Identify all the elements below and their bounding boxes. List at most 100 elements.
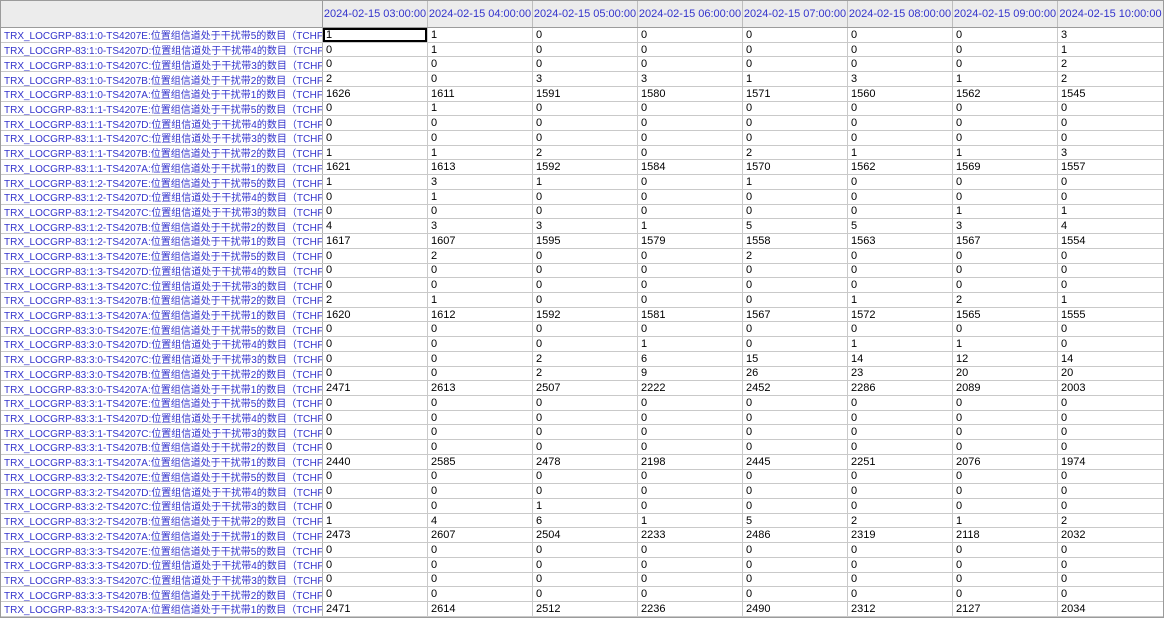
data-cell[interactable]: 0 bbox=[953, 131, 1058, 145]
data-cell[interactable]: 1 bbox=[1058, 293, 1163, 307]
data-cell[interactable]: 0 bbox=[323, 440, 428, 454]
data-cell[interactable]: 0 bbox=[953, 28, 1058, 42]
data-cell[interactable]: 0 bbox=[638, 587, 743, 602]
data-cell[interactable]: 0 bbox=[533, 469, 638, 484]
row-header-cell[interactable]: TRX_LOCGRP-83:1:2-TS4207D:位置组信道处于干扰带4的数目… bbox=[1, 189, 323, 204]
data-cell[interactable]: 0 bbox=[428, 410, 533, 425]
data-cell[interactable]: 0 bbox=[1058, 190, 1163, 204]
data-cell[interactable]: 1617 bbox=[323, 234, 428, 248]
data-cell[interactable]: 2512 bbox=[533, 602, 638, 616]
data-cell[interactable]: 0 bbox=[1058, 440, 1163, 454]
data-cell[interactable]: 0 bbox=[533, 189, 638, 204]
data-cell[interactable]: 0 bbox=[638, 263, 743, 278]
data-cell[interactable]: 2445 bbox=[743, 454, 848, 469]
data-cell[interactable]: 0 bbox=[848, 101, 953, 116]
data-cell[interactable]: 2118 bbox=[953, 528, 1058, 543]
data-cell[interactable]: 2 bbox=[533, 351, 638, 366]
column-header-0600[interactable]: 2024-02-15 06:00:00 bbox=[638, 1, 743, 27]
data-cell[interactable]: 0 bbox=[743, 263, 848, 278]
data-cell[interactable]: 2 bbox=[743, 248, 848, 263]
row-header-cell[interactable]: TRX_LOCGRP-83:3:2-TS4207A:位置组信道处于干扰带1的数目… bbox=[1, 528, 323, 543]
column-header-1000[interactable]: 2024-02-15 10:00:00 bbox=[1058, 1, 1163, 27]
row-header-cell[interactable]: TRX_LOCGRP-83:1:0-TS4207E:位置组信道处于干扰带5的数目… bbox=[1, 28, 323, 42]
data-cell[interactable]: 0 bbox=[1058, 499, 1163, 513]
data-cell[interactable]: 0 bbox=[953, 543, 1058, 557]
data-cell[interactable]: 0 bbox=[1058, 264, 1163, 278]
data-cell[interactable]: 3 bbox=[1058, 146, 1163, 160]
data-cell[interactable]: 1595 bbox=[533, 234, 638, 248]
data-cell[interactable]: 1 bbox=[323, 175, 428, 189]
row-header-cell[interactable]: TRX_LOCGRP-83:3:1-TS4207E:位置组信道处于干扰带5的数目… bbox=[1, 395, 323, 410]
data-cell[interactable]: 3 bbox=[533, 219, 638, 234]
data-cell[interactable]: 0 bbox=[638, 175, 743, 189]
data-cell[interactable]: 0 bbox=[953, 175, 1058, 189]
data-cell[interactable]: 0 bbox=[848, 469, 953, 484]
data-cell[interactable]: 0 bbox=[323, 484, 428, 498]
data-cell[interactable]: 1974 bbox=[1058, 455, 1163, 469]
data-cell[interactable]: 0 bbox=[638, 557, 743, 572]
data-cell[interactable]: 2236 bbox=[638, 602, 743, 616]
data-cell[interactable]: 2471 bbox=[323, 381, 428, 395]
data-cell[interactable]: 0 bbox=[953, 499, 1058, 513]
data-cell[interactable]: 5 bbox=[743, 513, 848, 528]
data-cell[interactable]: 0 bbox=[323, 57, 428, 72]
data-cell[interactable]: 0 bbox=[953, 116, 1058, 131]
data-cell[interactable]: 1 bbox=[428, 189, 533, 204]
data-cell[interactable]: 2089 bbox=[953, 381, 1058, 395]
data-cell[interactable]: 2032 bbox=[1058, 528, 1163, 542]
data-cell[interactable]: 1 bbox=[428, 145, 533, 160]
data-cell[interactable]: 0 bbox=[848, 28, 953, 42]
data-cell[interactable]: 2 bbox=[953, 292, 1058, 307]
data-cell[interactable]: 0 bbox=[743, 337, 848, 351]
data-cell[interactable]: 0 bbox=[323, 204, 428, 219]
data-cell[interactable]: 1 bbox=[428, 42, 533, 57]
column-header-0300[interactable]: 2024-02-15 03:00:00 bbox=[323, 1, 428, 27]
data-cell[interactable]: 0 bbox=[533, 101, 638, 116]
data-cell[interactable]: 0 bbox=[428, 57, 533, 72]
data-cell[interactable]: 2076 bbox=[953, 454, 1058, 469]
data-cell[interactable]: 0 bbox=[323, 587, 428, 602]
data-cell[interactable]: 0 bbox=[638, 499, 743, 513]
data-cell[interactable]: 0 bbox=[848, 189, 953, 204]
data-cell[interactable]: 1 bbox=[1058, 43, 1163, 57]
data-cell[interactable]: 1592 bbox=[533, 307, 638, 322]
data-cell[interactable]: 0 bbox=[638, 484, 743, 498]
data-cell[interactable]: 0 bbox=[533, 572, 638, 587]
data-cell[interactable]: 1613 bbox=[428, 160, 533, 175]
data-cell[interactable]: 0 bbox=[638, 28, 743, 42]
data-cell[interactable]: 2251 bbox=[848, 454, 953, 469]
data-cell[interactable]: 0 bbox=[428, 469, 533, 484]
data-cell[interactable]: 1 bbox=[953, 513, 1058, 528]
data-cell[interactable]: 1611 bbox=[428, 86, 533, 101]
data-cell[interactable]: 2607 bbox=[428, 528, 533, 543]
row-header-cell[interactable]: TRX_LOCGRP-83:3:0-TS4207B:位置组信道处于干扰带2的数目… bbox=[1, 366, 323, 381]
data-cell[interactable]: 1 bbox=[953, 337, 1058, 351]
data-cell[interactable]: 0 bbox=[1058, 396, 1163, 410]
data-cell[interactable]: 2507 bbox=[533, 381, 638, 395]
data-cell[interactable]: 0 bbox=[533, 322, 638, 337]
data-cell[interactable]: 1565 bbox=[953, 307, 1058, 322]
data-cell[interactable]: 3 bbox=[428, 175, 533, 189]
data-cell[interactable]: 0 bbox=[428, 72, 533, 86]
data-cell[interactable]: 0 bbox=[743, 425, 848, 440]
data-cell[interactable]: 1 bbox=[638, 337, 743, 351]
data-cell[interactable]: 2319 bbox=[848, 528, 953, 543]
data-cell[interactable]: 0 bbox=[428, 263, 533, 278]
data-cell[interactable]: 2198 bbox=[638, 454, 743, 469]
data-cell[interactable]: 0 bbox=[1058, 249, 1163, 263]
data-cell[interactable]: 0 bbox=[743, 116, 848, 131]
data-cell[interactable]: 2233 bbox=[638, 528, 743, 543]
data-cell[interactable]: 0 bbox=[953, 278, 1058, 292]
selected-data-cell[interactable]: 1 bbox=[323, 28, 428, 42]
data-cell[interactable]: 2440 bbox=[323, 454, 428, 469]
data-cell[interactable]: 1 bbox=[428, 101, 533, 116]
data-cell[interactable]: 2613 bbox=[428, 381, 533, 395]
data-cell[interactable]: 0 bbox=[953, 557, 1058, 572]
data-cell[interactable]: 0 bbox=[638, 189, 743, 204]
data-cell[interactable]: 0 bbox=[323, 42, 428, 57]
data-cell[interactable]: 1580 bbox=[638, 86, 743, 101]
data-cell[interactable]: 0 bbox=[533, 204, 638, 219]
data-cell[interactable]: 0 bbox=[743, 292, 848, 307]
data-cell[interactable]: 0 bbox=[638, 145, 743, 160]
data-cell[interactable]: 0 bbox=[323, 101, 428, 116]
